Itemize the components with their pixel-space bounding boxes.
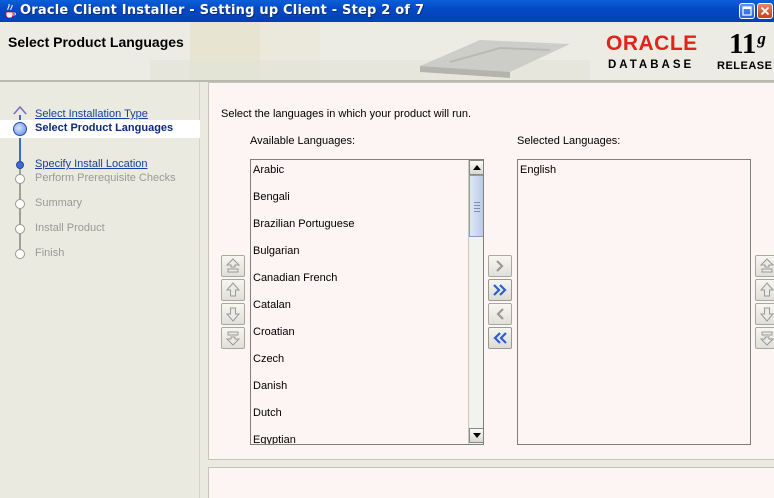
double-right-arrow-icon bbox=[493, 284, 507, 296]
database-label: DATABASE bbox=[608, 59, 695, 71]
move-down-button[interactable] bbox=[221, 303, 245, 325]
selected-move-bottom-button[interactable] bbox=[755, 327, 774, 349]
list-item[interactable]: Brazilian Portuguese bbox=[253, 217, 355, 231]
step-current-icon bbox=[13, 122, 27, 136]
move-top-button[interactable] bbox=[221, 255, 245, 277]
selected-move-up-button[interactable] bbox=[755, 279, 774, 301]
selected-move-down-button[interactable] bbox=[755, 303, 774, 325]
step-label: Select Product Languages bbox=[35, 122, 174, 134]
double-down-arrow-icon bbox=[225, 331, 241, 346]
maximize-button[interactable] bbox=[739, 3, 755, 19]
add-all-button[interactable] bbox=[488, 279, 512, 301]
list-item[interactable]: Catalan bbox=[253, 298, 291, 312]
available-languages-list[interactable]: Arabic Bengali Brazilian Portuguese Bulg… bbox=[250, 159, 484, 445]
window-title: Oracle Client Installer - Setting up Cli… bbox=[20, 3, 425, 18]
page-title: Select Product Languages bbox=[8, 34, 184, 50]
remove-selected-button[interactable] bbox=[488, 303, 512, 325]
step-label: Install Product bbox=[35, 222, 105, 234]
left-arrow-icon bbox=[496, 308, 504, 320]
list-item[interactable]: Czech bbox=[253, 352, 284, 366]
right-arrow-icon bbox=[496, 260, 504, 272]
add-selected-button[interactable] bbox=[488, 255, 512, 277]
double-up-arrow-icon bbox=[759, 258, 774, 273]
grip-icon bbox=[474, 202, 480, 212]
available-list-scrollbar[interactable] bbox=[468, 160, 483, 444]
step-perform-prerequisite-checks: Perform Prerequisite Checks bbox=[0, 170, 200, 188]
down-arrow-icon bbox=[225, 307, 241, 322]
header-banner: Select Product Languages ORACLE DATABASE… bbox=[0, 22, 774, 80]
remove-all-button[interactable] bbox=[488, 327, 512, 349]
scroll-up-button[interactable] bbox=[469, 160, 483, 175]
list-item[interactable]: Bengali bbox=[253, 190, 290, 204]
scroll-up-icon bbox=[473, 165, 481, 170]
selected-languages-list[interactable]: English bbox=[517, 159, 751, 445]
scroll-thumb[interactable] bbox=[469, 175, 483, 237]
step-label: Perform Prerequisite Checks bbox=[35, 172, 176, 184]
step-finish: Finish bbox=[0, 245, 200, 263]
step-start-marker-icon bbox=[12, 106, 28, 116]
double-up-arrow-icon bbox=[225, 258, 241, 273]
selected-move-top-button[interactable] bbox=[755, 255, 774, 277]
list-item[interactable]: Canadian French bbox=[253, 271, 337, 285]
move-up-button[interactable] bbox=[221, 279, 245, 301]
scroll-down-button[interactable] bbox=[469, 428, 483, 443]
up-arrow-icon bbox=[759, 282, 774, 297]
java-cup-icon bbox=[5, 3, 16, 18]
step-summary: Summary bbox=[0, 195, 200, 213]
instruction-text: Select the languages in which your produ… bbox=[221, 108, 472, 120]
close-button[interactable] bbox=[757, 3, 773, 19]
step-pending-icon bbox=[15, 249, 25, 259]
move-bottom-button[interactable] bbox=[221, 327, 245, 349]
list-item[interactable]: English bbox=[520, 163, 556, 177]
version-logo: 11g bbox=[729, 30, 766, 59]
available-languages-label: Available Languages: bbox=[250, 135, 355, 147]
down-arrow-icon bbox=[759, 307, 774, 322]
step-install-product: Install Product bbox=[0, 220, 200, 238]
release-label: RELEASE 2 bbox=[717, 60, 774, 72]
list-item[interactable]: Croatian bbox=[253, 325, 295, 339]
up-arrow-icon bbox=[225, 282, 241, 297]
step-label: Finish bbox=[35, 247, 65, 259]
step-label: Select Installation Type bbox=[35, 108, 148, 120]
step-done-icon bbox=[16, 161, 24, 169]
list-item[interactable]: Egyptian bbox=[253, 433, 296, 444]
scroll-down-icon bbox=[473, 433, 481, 438]
list-item[interactable]: Arabic bbox=[253, 163, 284, 177]
list-item[interactable]: Danish bbox=[253, 379, 287, 393]
step-label: Summary bbox=[35, 197, 83, 209]
oracle-logo: ORACLE bbox=[606, 32, 698, 55]
version-suffix: g bbox=[757, 29, 766, 48]
step-pending-icon bbox=[15, 224, 25, 234]
banner-decoration bbox=[150, 22, 590, 80]
step-pending-icon bbox=[15, 199, 25, 209]
main-panel: Select the languages in which your produ… bbox=[208, 82, 774, 460]
double-left-arrow-icon bbox=[493, 332, 507, 344]
step-select-product-languages: Select Product Languages bbox=[0, 120, 200, 138]
list-item[interactable]: Dutch bbox=[253, 406, 282, 420]
maximize-icon bbox=[742, 6, 752, 16]
step-pending-icon bbox=[15, 174, 25, 184]
step-label: Specify Install Location bbox=[35, 158, 148, 170]
close-icon bbox=[760, 6, 770, 16]
selected-languages-label: Selected Languages: bbox=[517, 135, 621, 147]
list-item[interactable]: Bulgarian bbox=[253, 244, 299, 258]
version-number: 11 bbox=[729, 28, 757, 60]
double-down-arrow-icon bbox=[759, 331, 774, 346]
title-bar: Oracle Client Installer - Setting up Cli… bbox=[0, 0, 774, 22]
steps-panel: Select Installation Type Select Product … bbox=[0, 82, 200, 498]
bottom-panel bbox=[208, 467, 774, 498]
